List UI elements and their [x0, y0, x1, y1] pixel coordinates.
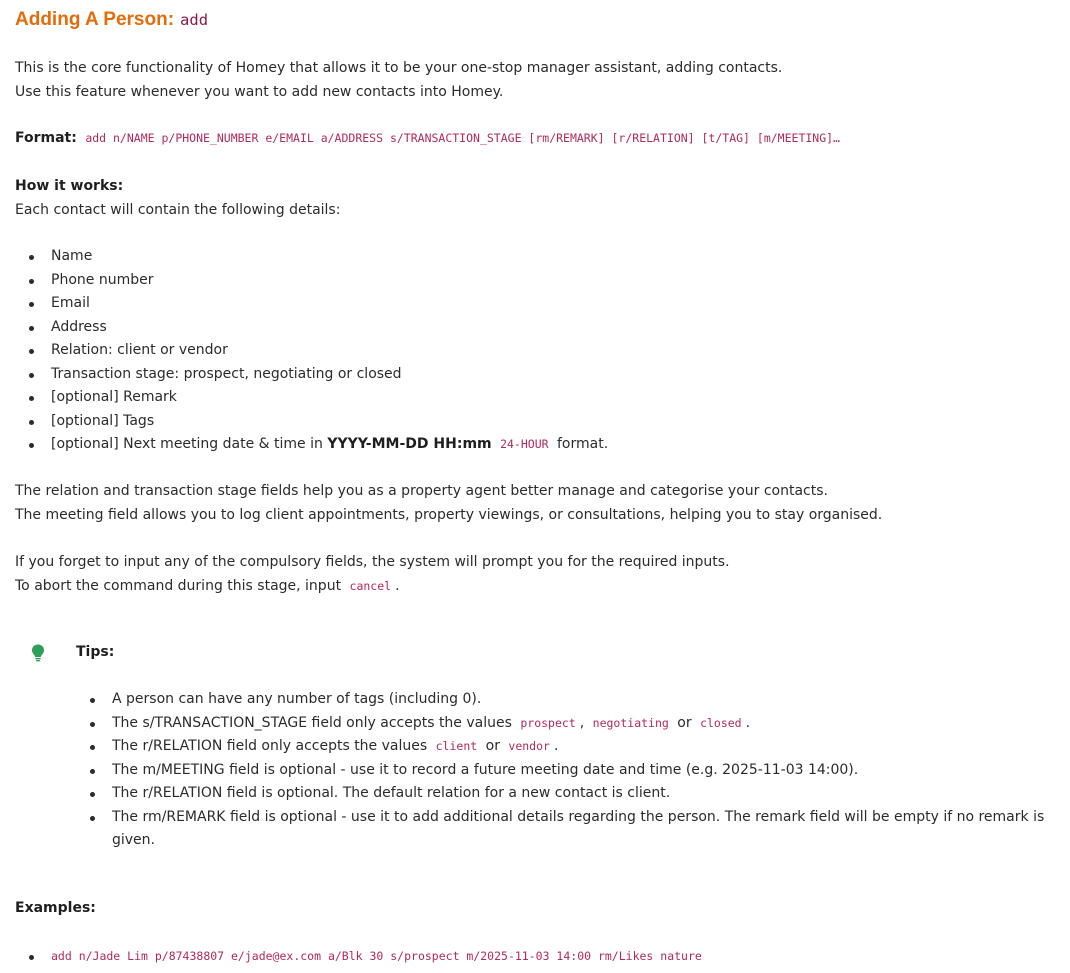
client-code: client [435, 739, 478, 753]
tip-item-stage: The s/TRANSACTION_STAGE field only accep… [15, 712, 1055, 736]
tip-item: A person can have any number of tags (in… [15, 688, 1055, 712]
meeting-format-bold: YYYY-MM-DD HH:mm [327, 436, 492, 452]
prompt-line-1: If you forget to input any of the compul… [15, 554, 730, 570]
list-item: Transaction stage: prospect, negotiating… [15, 363, 1055, 387]
list-item: [optional] Tags [15, 410, 1055, 434]
details-list: Name Phone number Email Address Relation… [15, 245, 1055, 457]
list-item: Name [15, 245, 1055, 269]
list-item: Phone number [15, 269, 1055, 293]
tip-sep: , [579, 714, 585, 731]
intro-line-1: This is the core functionality of Homey … [15, 60, 783, 76]
example-item: add n/Jade Lim p/87438807 e/jade@ex.com … [15, 945, 1055, 969]
prospect-code: prospect [520, 715, 576, 730]
tip-item: The m/MEETING field is optional - use it… [15, 759, 1055, 783]
lightbulb-icon [32, 644, 44, 662]
tip-sep: or [485, 738, 500, 754]
list-item: [optional] Remark [15, 386, 1055, 410]
tip-sep: or [677, 714, 692, 731]
examples-list: add n/Jade Lim p/87438807 e/jade@ex.com … [15, 945, 1055, 969]
intro-line-2: Use this feature whenever you want to ad… [15, 83, 504, 100]
page-title-label: Adding A Person: [15, 9, 175, 30]
example-code: add n/Jade Lim p/87438807 e/jade@ex.com … [51, 949, 702, 963]
relation-line-1: The relation and transaction stage field… [15, 483, 828, 499]
list-item: Relation: client or vendor [15, 339, 1055, 363]
intro-paragraph: This is the core functionality of Homey … [15, 57, 1055, 104]
tips-title: Tips: [76, 644, 115, 660]
relation-paragraph: The relation and transaction stage field… [15, 480, 1055, 527]
meeting-hour-code: 24-HOUR [500, 437, 549, 451]
format-line: Format: add n/NAME p/PHONE_NUMBER e/EMAI… [15, 127, 1055, 151]
examples-heading-block: Examples: [15, 897, 1055, 921]
closed-code: closed [700, 715, 742, 730]
negotiating-code: negotiating [592, 715, 669, 730]
meeting-suffix: format. [557, 436, 609, 452]
relation-line-2: The meeting field allows you to log clie… [15, 506, 883, 523]
tip-relation-text: The r/RELATION field only accepts the va… [112, 738, 428, 754]
tip-end: . [553, 738, 559, 754]
tip-item-relation: The r/RELATION field only accepts the va… [15, 735, 1055, 759]
tip-end: . [745, 714, 751, 731]
tip-item: The r/RELATION field is optional. The de… [15, 782, 1055, 806]
tips-list: A person can have any number of tags (in… [15, 688, 1055, 853]
tip-stage-text: The s/TRANSACTION_STAGE field only accep… [112, 714, 512, 731]
vendor-code: vendor [508, 739, 550, 753]
list-item-meeting: [optional] Next meeting date & time in Y… [15, 433, 1055, 457]
format-code: add n/NAME p/PHONE_NUMBER e/EMAIL a/ADDR… [85, 131, 840, 145]
page-title-command: add [180, 11, 209, 29]
details-list-block: Name Phone number Email Address Relation… [15, 245, 1055, 457]
prompt-line-2: To abort the command during this stage, … [15, 575, 1055, 599]
prompt-line-2-text: To abort the command during this stage, … [15, 577, 342, 594]
cancel-code: cancel [349, 578, 392, 593]
tip-item: The rm/REMARK field is optional - use it… [15, 806, 1055, 853]
format-label: Format: [15, 130, 77, 146]
examples-heading: Examples: [15, 900, 96, 916]
how-description: Each contact will contain the following … [15, 201, 341, 218]
page-title: Adding A Person: add [15, 8, 208, 33]
prompt-line-2-end: . [395, 577, 400, 594]
list-item: Email [15, 292, 1055, 316]
prompt-paragraph: If you forget to input any of the compul… [15, 551, 1055, 598]
examples-list-block: add n/Jade Lim p/87438807 e/jade@ex.com … [15, 945, 1055, 969]
how-it-works: How it works: Each contact will contain … [15, 175, 1055, 222]
list-item: Address [15, 316, 1055, 340]
meeting-prefix: [optional] Next meeting date & time in [51, 436, 328, 452]
how-heading: How it works: [15, 178, 124, 194]
